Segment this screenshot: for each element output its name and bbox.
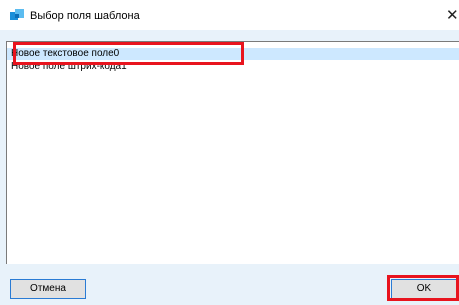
window-title: Выбор поля шаблона: [30, 10, 140, 22]
app-icon: [10, 9, 24, 20]
cancel-button[interactable]: Отмена: [10, 279, 86, 299]
list-item-text-field[interactable]: Новое текстовое поле0: [7, 48, 459, 60]
field-listbox[interactable]: Новое текстовое поле0 Новое поле штрих-к…: [6, 41, 459, 264]
ok-button[interactable]: OK: [391, 279, 457, 299]
list-item-barcode-field[interactable]: Новое поле штрих-кода1: [11, 61, 127, 73]
close-icon[interactable]: ✕: [446, 4, 459, 26]
dialog-client-area: Новое текстовое поле0 Новое поле штрих-к…: [0, 30, 459, 305]
title-bar[interactable]: Выбор поля шаблона ✕: [0, 0, 459, 30]
